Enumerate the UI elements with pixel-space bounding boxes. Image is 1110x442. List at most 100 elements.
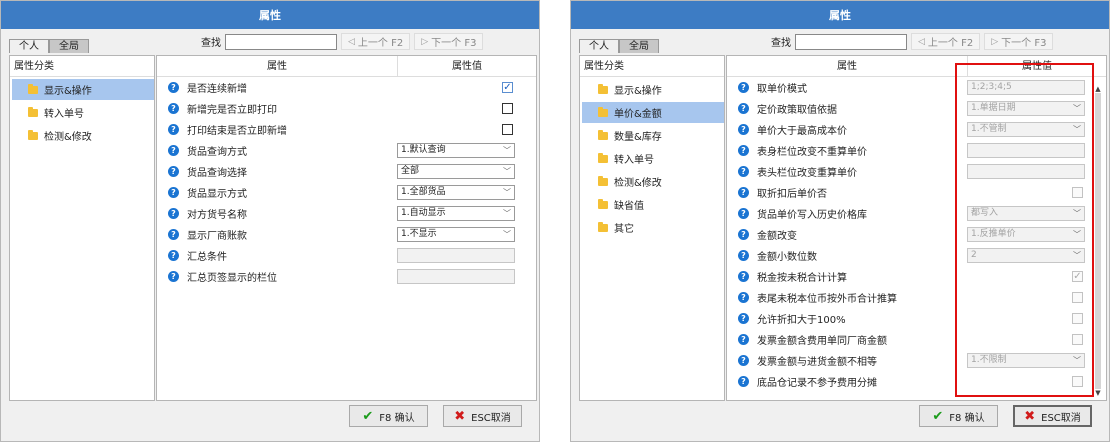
property-grid: 属性 属性值? 是否连续新增 ✓? 新增完是否立即打印? 打印结束是否立即新增? 货品查询方…	[156, 55, 537, 401]
category-item[interactable]: 转入单号	[582, 148, 724, 169]
help-icon[interactable]: ?	[168, 187, 179, 198]
cancel-button[interactable]: ✖ ESC取消	[1013, 405, 1092, 427]
folder-icon	[28, 129, 38, 140]
property-name: 货品查询选择	[187, 168, 247, 179]
dialog-buttons: ✔ F8 确认 ✖ ESC取消	[919, 405, 1092, 427]
chevron-down-icon[interactable]: ﹀	[503, 165, 514, 178]
confirm-label: F8 确认	[379, 412, 415, 424]
category-label: 转入单号	[614, 155, 654, 166]
help-icon[interactable]: ?	[738, 166, 749, 177]
help-icon[interactable]: ?	[738, 124, 749, 135]
property-checkbox[interactable]: ✓	[502, 82, 513, 93]
help-icon[interactable]: ?	[168, 166, 179, 177]
scroll-down-arrow-icon[interactable]: ▼	[1094, 389, 1102, 397]
tab-personal[interactable]: 个人	[9, 39, 49, 53]
chevron-down-icon[interactable]: ﹀	[503, 228, 514, 241]
help-icon[interactable]: ?	[738, 334, 749, 345]
property-checkbox[interactable]	[502, 124, 513, 135]
category-label: 检测&修改	[44, 132, 92, 143]
category-item[interactable]: 显示&操作	[582, 79, 724, 100]
next-label: 下一个 F3	[1001, 38, 1047, 49]
property-row: ? 对方货号名称 1.自动显示 ﹀	[157, 203, 536, 224]
property-name: 金额小数位数	[757, 252, 817, 263]
help-icon[interactable]: ?	[168, 271, 179, 282]
cancel-button[interactable]: ✖ ESC取消	[443, 405, 522, 427]
next-label: 下一个 F3	[431, 38, 477, 49]
search-bar: 查找 ◁ 上一个 F2 ▷ 下一个 F3	[201, 33, 484, 50]
tab-global[interactable]: 全局	[49, 39, 89, 53]
dialog-buttons: ✔ F8 确认 ✖ ESC取消	[349, 405, 522, 427]
property-name: 对方货号名称	[187, 210, 247, 221]
category-item[interactable]: 显示&操作	[12, 79, 154, 100]
property-name: 货品显示方式	[187, 189, 247, 200]
help-icon[interactable]: ?	[168, 250, 179, 261]
property-select[interactable]: 1.全部货品 ﹀	[397, 185, 515, 200]
folder-icon	[598, 83, 608, 94]
help-icon[interactable]: ?	[738, 355, 749, 366]
category-item[interactable]: 缺省值	[582, 194, 724, 215]
prev-arrow-icon: ◁	[918, 36, 925, 47]
help-icon[interactable]: ?	[738, 250, 749, 261]
help-icon[interactable]: ?	[168, 208, 179, 219]
category-item[interactable]: 转入单号	[12, 102, 154, 123]
column-header-value: 属性值	[452, 61, 482, 72]
window-title: 属性	[1, 1, 539, 29]
help-icon[interactable]: ?	[738, 229, 749, 240]
category-label: 数量&库存	[614, 132, 662, 143]
category-item[interactable]: 检测&修改	[582, 171, 724, 192]
property-row: ? 显示厂商账款 1.不显示 ﹀	[157, 224, 536, 245]
chevron-down-icon[interactable]: ﹀	[503, 207, 514, 220]
next-arrow-icon: ▷	[421, 36, 429, 47]
tab-personal[interactable]: 个人	[579, 39, 619, 53]
scrollbar-thumb[interactable]	[1095, 93, 1101, 389]
folder-icon	[598, 175, 608, 186]
category-item[interactable]: 单价&金额	[582, 102, 724, 123]
help-icon[interactable]: ?	[168, 229, 179, 240]
help-icon[interactable]: ?	[168, 145, 179, 156]
help-icon[interactable]: ?	[168, 82, 179, 93]
chevron-down-icon[interactable]: ﹀	[503, 186, 514, 199]
prev-button[interactable]: ◁ 上一个 F2	[911, 33, 981, 50]
help-icon[interactable]: ?	[738, 208, 749, 219]
chevron-down-icon[interactable]: ﹀	[503, 144, 514, 157]
help-icon[interactable]: ?	[738, 187, 749, 198]
help-icon[interactable]: ?	[738, 103, 749, 114]
property-select[interactable]: 1.默认查询 ﹀	[397, 143, 515, 158]
scroll-up-arrow-icon[interactable]: ▲	[1094, 85, 1102, 93]
property-value: 全部	[401, 166, 420, 176]
help-icon[interactable]: ?	[738, 82, 749, 93]
category-item[interactable]: 检测&修改	[12, 125, 154, 146]
confirm-button[interactable]: ✔ F8 确认	[919, 405, 998, 427]
help-icon[interactable]: ?	[738, 145, 749, 156]
search-input[interactable]	[795, 33, 907, 50]
help-icon[interactable]: ?	[738, 313, 749, 324]
property-name: 发票金额含费用单同厂商金额	[757, 336, 887, 347]
property-name: 取单价模式	[757, 84, 807, 95]
tab-global[interactable]: 全局	[619, 39, 659, 53]
vertical-scrollbar[interactable]: ▲ ▼	[1094, 85, 1102, 397]
help-icon[interactable]: ?	[168, 103, 179, 114]
category-label: 显示&操作	[44, 86, 92, 97]
property-checkbox[interactable]	[502, 103, 513, 114]
help-icon[interactable]: ?	[738, 292, 749, 303]
help-icon[interactable]: ?	[738, 376, 749, 387]
prev-button[interactable]: ◁ 上一个 F2	[341, 33, 411, 50]
next-button[interactable]: ▷ 下一个 F3	[414, 33, 484, 50]
property-name: 单价大于最高成本价	[757, 126, 847, 137]
confirm-button[interactable]: ✔ F8 确认	[349, 405, 428, 427]
property-select[interactable]: 1.不显示 ﹀	[397, 227, 515, 242]
help-icon[interactable]: ?	[168, 124, 179, 135]
property-select[interactable]: 全部 ﹀	[397, 164, 515, 179]
search-input[interactable]	[225, 33, 337, 50]
help-icon[interactable]: ?	[738, 271, 749, 282]
category-label: 单价&金额	[614, 109, 662, 120]
category-item[interactable]: 数量&库存	[582, 125, 724, 146]
property-name: 金额改变	[757, 231, 797, 242]
tab-strip: 个人 全局	[579, 39, 659, 53]
property-select[interactable]: 1.自动显示 ﹀	[397, 206, 515, 221]
property-name: 是否连续新增	[187, 84, 247, 95]
property-row: ? 汇总页签显示的栏位	[157, 266, 536, 287]
category-item[interactable]: 其它	[582, 217, 724, 238]
property-name: 取折扣后单价否	[757, 189, 827, 200]
next-button[interactable]: ▷ 下一个 F3	[984, 33, 1054, 50]
